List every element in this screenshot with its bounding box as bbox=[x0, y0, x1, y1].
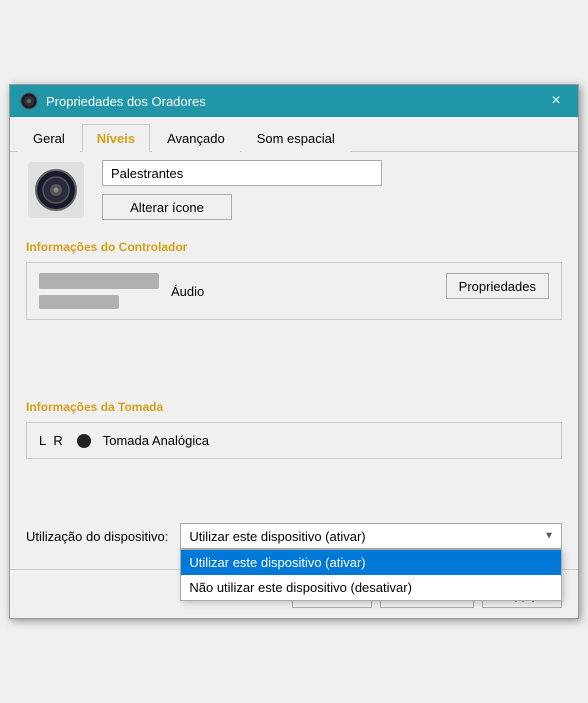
controller-gray-bar-1 bbox=[39, 273, 159, 289]
tabs-bar: Geral Níveis Avançado Som espacial bbox=[10, 117, 578, 152]
device-usage-label: Utilização do dispositivo: bbox=[26, 529, 168, 544]
spacer-area bbox=[26, 336, 562, 396]
dropdown-options: Utilizar este dispositivo (ativar) Não u… bbox=[180, 549, 562, 601]
jack-section: L R Tomada Analógica bbox=[26, 422, 562, 459]
jack-section-label: Informações da Tomada bbox=[26, 400, 562, 414]
speaker-icon bbox=[28, 162, 84, 218]
dialog: Propriedades dos Oradores × Geral Níveis… bbox=[9, 84, 579, 619]
device-name-input[interactable] bbox=[102, 160, 382, 186]
tab-som-espacial[interactable]: Som espacial bbox=[242, 124, 350, 152]
jack-section-wrapper: Informações da Tomada L R Tomada Analógi… bbox=[26, 400, 562, 459]
jack-type-label: Tomada Analógica bbox=[103, 433, 209, 448]
dropdown-selected-text: Utilizar este dispositivo (ativar) bbox=[189, 529, 365, 544]
controller-name-label: Áudio bbox=[171, 284, 204, 299]
tab-avancado[interactable]: Avançado bbox=[152, 124, 240, 152]
controller-section: Áudio Propriedades bbox=[26, 262, 562, 320]
properties-button[interactable]: Propriedades bbox=[446, 273, 549, 299]
controller-info bbox=[39, 273, 159, 309]
device-name-section: Alterar ícone bbox=[102, 160, 562, 220]
dropdown-wrapper: Utilizar este dispositivo (ativar) ▼ Uti… bbox=[180, 523, 562, 549]
close-button[interactable]: × bbox=[544, 89, 568, 113]
spacer-2 bbox=[26, 475, 562, 515]
main-content: Alterar ícone Informações do Controlador… bbox=[10, 152, 578, 549]
dropdown-option-1[interactable]: Não utilizar este dispositivo (desativar… bbox=[181, 575, 561, 600]
controller-row: Áudio Propriedades bbox=[39, 273, 549, 309]
tab-geral[interactable]: Geral bbox=[18, 124, 80, 152]
device-header: Alterar ícone bbox=[26, 160, 562, 220]
speaker-icon-wrapper bbox=[26, 160, 86, 220]
jack-row: L R Tomada Analógica bbox=[39, 433, 549, 448]
controller-gray-bar-2 bbox=[39, 295, 119, 309]
dropdown-option-0[interactable]: Utilizar este dispositivo (ativar) bbox=[181, 550, 561, 575]
dropdown-display[interactable]: Utilizar este dispositivo (ativar) bbox=[180, 523, 562, 549]
jack-dot-icon bbox=[77, 434, 91, 448]
change-icon-button[interactable]: Alterar ícone bbox=[102, 194, 232, 220]
jack-lr-label: L R bbox=[39, 433, 65, 448]
controller-section-wrapper: Informações do Controlador Áudio Proprie… bbox=[26, 240, 562, 320]
controller-section-label: Informações do Controlador bbox=[26, 240, 562, 254]
controller-top-row: Áudio bbox=[39, 273, 204, 309]
device-usage-row: Utilização do dispositivo: Utilizar este… bbox=[26, 523, 562, 549]
tab-niveis[interactable]: Níveis bbox=[82, 124, 150, 152]
title-bar: Propriedades dos Oradores × bbox=[10, 85, 578, 117]
title-bar-left: Propriedades dos Oradores bbox=[20, 92, 206, 110]
dialog-title: Propriedades dos Oradores bbox=[46, 94, 206, 109]
speaker-title-icon bbox=[20, 92, 38, 110]
